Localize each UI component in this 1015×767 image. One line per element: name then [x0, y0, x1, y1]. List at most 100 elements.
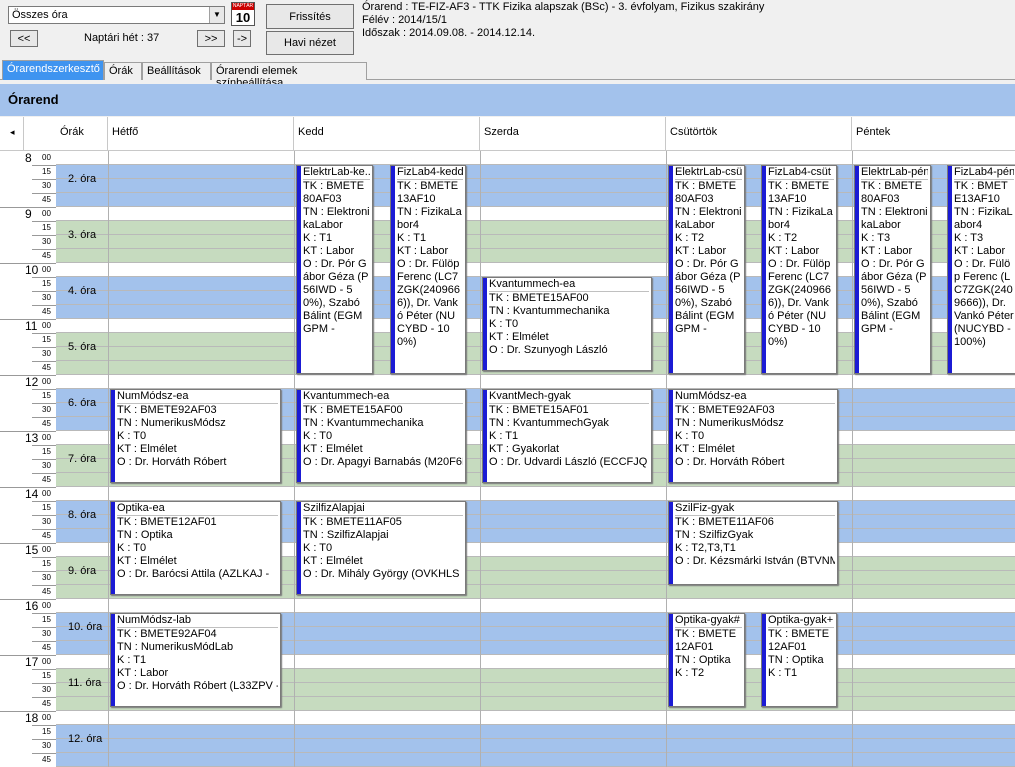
hour-label: 13: [25, 431, 39, 445]
event-card[interactable]: KvantMech-gyak TK : BMETE15AF01 TN : Kvant…: [482, 389, 652, 483]
event-card[interactable]: ElektrLab-csüt TK : BMETE80AF03 TN : Elekt…: [668, 165, 745, 374]
time-tick: [32, 529, 56, 530]
event-body: FizLab4-kedd TK : BMETE13AF10 TN : FizikaL…: [395, 166, 465, 373]
minute-label: 45: [42, 755, 51, 764]
event-card[interactable]: ElektrLab-pént TK : BMETE80AF03 TN : Elekt…: [854, 165, 931, 374]
calendar-icon[interactable]: NAPTÁR 10: [231, 2, 255, 26]
day-header-friday[interactable]: Péntek: [852, 117, 1015, 151]
event-detail-line: TN : FizikaLabor4: [768, 206, 833, 231]
day-divider: [108, 151, 109, 767]
minute-label: 45: [42, 699, 51, 708]
event-card[interactable]: NumMódsz-ea TK : BMETE92AF03 TN : Numeriku…: [110, 389, 281, 483]
event-card[interactable]: FizLab4-pént TK : BMETE13AF10 TN : FizikaL…: [947, 165, 1015, 374]
week-label: Naptári hét : 37: [84, 32, 160, 44]
day-header-thursday[interactable]: Csütörtök: [666, 117, 852, 151]
event-detail-line: KT : Elmélet: [117, 443, 177, 455]
time-slot-row[interactable]: [56, 711, 1015, 725]
event-card[interactable]: FizLab4-csüt TK : BMETE13AF10 TN : FizikaL…: [761, 165, 837, 374]
time-slot-row[interactable]: [56, 599, 1015, 613]
event-card[interactable]: NumMódsz-ea TK : BMETE92AF03 TN : Numeriku…: [668, 389, 838, 483]
refresh-button[interactable]: Frissítés: [266, 4, 354, 29]
time-slot-row[interactable]: [56, 739, 1015, 753]
minute-label: 15: [42, 391, 51, 400]
time-slot-row[interactable]: [56, 151, 1015, 165]
chevron-down-icon[interactable]: ▼: [209, 7, 224, 23]
event-title: ElektrLab-pént: [861, 166, 928, 180]
minute-label: 45: [42, 531, 51, 540]
tab-element-colors[interactable]: Órarendi elemek színbeállítása: [211, 62, 367, 89]
event-detail-line: KT : Labor: [303, 245, 355, 257]
time-slot-row[interactable]: [56, 487, 1015, 501]
time-slot-row[interactable]: [56, 725, 1015, 739]
time-tick: [32, 333, 56, 334]
event-body: FizLab4-pént TK : BMETE13AF10 TN : FizikaL…: [952, 166, 1015, 373]
event-detail-line: KT : Elmélet: [489, 331, 549, 343]
tab-settings[interactable]: Beállítások: [142, 62, 211, 80]
event-detail-line: TN : SzilfizGyak: [675, 529, 754, 541]
time-tick: [32, 221, 56, 222]
period-label: 6. óra: [68, 397, 97, 409]
event-title: FizLab4-pént: [954, 166, 1014, 180]
calendar-icon-day: 10: [235, 10, 251, 25]
time-tick: [32, 739, 56, 740]
event-card[interactable]: FizLab4-kedd TK : BMETE13AF10 TN : FizikaL…: [390, 165, 466, 374]
prev-week-button[interactable]: <<: [10, 30, 38, 47]
event-detail-line: TN : ElektronikaLabor: [303, 206, 370, 231]
event-card[interactable]: Optika-gyak# TK : BMETE12AF01 TN : Optika K…: [668, 613, 745, 707]
period-label: 11. óra: [68, 677, 102, 689]
event-body: Kvantummech-ea TK : BMETE15AF00 TN : Kvant…: [487, 278, 651, 370]
event-detail-line: O : Dr. Pór Gábor Géza (P56IWD - 50%), S…: [675, 258, 741, 335]
event-card[interactable]: Optika-gyak+ TK : BMETE12AF01 TN : Optika K…: [761, 613, 837, 707]
event-detail-line: O : Dr. Horváth Róbert: [675, 456, 785, 468]
scroll-left-icon[interactable]: ◂: [0, 117, 24, 151]
next-week-button[interactable]: >>: [197, 30, 225, 47]
day-header-monday[interactable]: Hétfő: [108, 117, 294, 151]
event-detail-line: KT : Labor: [117, 667, 169, 679]
minute-label: 15: [42, 335, 51, 344]
event-detail-line: TN : Optika: [675, 654, 731, 666]
time-tick: [32, 459, 56, 460]
hour-label: 15: [25, 543, 39, 557]
tab-lessons[interactable]: Órák: [104, 62, 142, 80]
event-title: Optika-gyak#: [675, 614, 742, 628]
event-detail-line: O : Dr. Barócsi Attila (AZLKAJ -: [117, 568, 270, 580]
time-tick: [32, 697, 56, 698]
event-card[interactable]: Kvantummech-ea TK : BMETE15AF00 TN : Kvant…: [296, 389, 466, 483]
day-header-wednesday[interactable]: Szerda: [480, 117, 666, 151]
event-card[interactable]: NumMódsz-lab TK : BMETE92AF04 TN : Numerik…: [110, 613, 281, 707]
timetable-name: Órarend : TE-FIZ-AF3 - TTK Fizika alapsz…: [362, 1, 765, 13]
event-card[interactable]: SzilFiz-gyak TK : BMETE11AF06 TN : Szilfiz…: [668, 501, 838, 585]
minute-label: 00: [42, 601, 51, 610]
event-detail-line: KT : Labor: [768, 245, 820, 257]
event-detail-line: K : T1: [303, 232, 333, 244]
time-slot-row[interactable]: [56, 375, 1015, 389]
event-body: NumMódsz-ea TK : BMETE92AF03 TN : Numeriku…: [115, 390, 280, 482]
event-detail-line: TN : NumerikusMódLab: [117, 641, 234, 653]
tab-timetable-editor[interactable]: Órarendszerkesztő: [2, 60, 104, 80]
event-detail-line: TN : NumerikusMódsz: [117, 417, 226, 429]
time-slot-row[interactable]: [56, 753, 1015, 767]
event-detail-line: TN : FizikaLabor4: [397, 206, 462, 231]
period-label: 12. óra: [68, 733, 103, 745]
event-detail-line: TK : BMETE12AF01: [768, 628, 830, 653]
period-filter-select[interactable]: Összes óra ▼: [8, 6, 225, 24]
event-card[interactable]: SzilfizAlapjai TK : BMETE11AF05 TN : Szilf…: [296, 501, 466, 595]
time-tick: [32, 725, 56, 726]
event-title: Optika-ea: [117, 502, 278, 516]
hour-label: 9: [25, 207, 32, 221]
event-detail-line: O : Dr. Szunyogh László: [489, 344, 608, 356]
hour-label: 11: [25, 319, 38, 333]
jump-button[interactable]: ->: [233, 30, 251, 47]
event-card[interactable]: Optika-ea TK : BMETE12AF01 TN : Optika K : …: [110, 501, 281, 595]
time-tick: [32, 417, 56, 418]
event-body: SzilfizAlapjai TK : BMETE11AF05 TN : Szilf…: [301, 502, 465, 594]
event-detail-line: K : T2,T3,T1: [675, 542, 736, 554]
day-header-tuesday[interactable]: Kedd: [294, 117, 480, 151]
event-detail-line: K : T0: [675, 430, 705, 442]
event-card[interactable]: ElektrLab-ke... TK : BMETE80AF03 TN : Elek…: [296, 165, 373, 374]
event-card[interactable]: Kvantummech-ea TK : BMETE15AF00 TN : Kvant…: [482, 277, 652, 371]
minute-label: 45: [42, 307, 51, 316]
time-tick: [32, 179, 56, 180]
event-title: NumMódsz-ea: [675, 390, 835, 404]
month-view-button[interactable]: Havi nézet: [266, 31, 354, 55]
